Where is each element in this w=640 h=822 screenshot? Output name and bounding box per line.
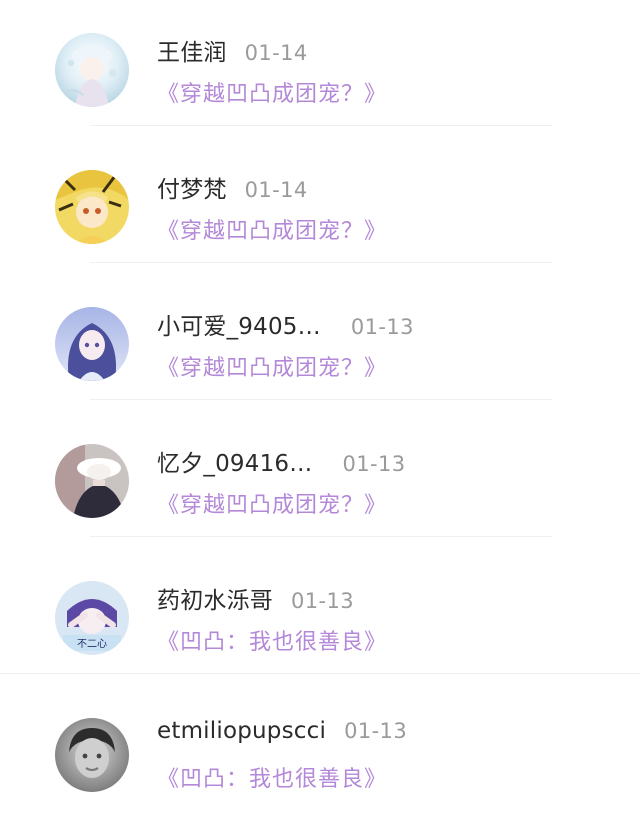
user-name[interactable]: etmiliopupscci (157, 718, 326, 744)
list-item[interactable]: 不二心 药初水泺哥 01-13 《凹凸：我也很善良》 (0, 548, 640, 685)
list-item[interactable]: 王佳润 01-14 《穿越凹凸成团宠？》 (0, 0, 640, 137)
divider (0, 673, 640, 674)
user-name-line: 付梦梵 01-14 (157, 170, 308, 204)
user-name-line: 药初水泺哥 01-13 (157, 581, 354, 615)
user-avatar[interactable] (55, 33, 129, 107)
user-name-line: 王佳润 01-14 (157, 33, 308, 67)
comment-date: 01-13 (291, 589, 355, 613)
comment-date: 01-13 (350, 315, 414, 339)
work-title-link[interactable]: 《穿越凹凸成团宠？》 (157, 76, 387, 108)
user-name[interactable]: 药初水泺哥 (157, 588, 273, 614)
list-item[interactable]: 付梦梵 01-14 《穿越凹凸成团宠？》 (0, 137, 640, 274)
user-name[interactable]: 忆夕_09416… (157, 451, 312, 477)
comment-date: 01-13 (342, 452, 406, 476)
svg-text:不二心: 不二心 (77, 638, 107, 650)
comment-date: 01-14 (244, 178, 308, 202)
comment-date: 01-14 (244, 41, 308, 65)
comment-list: 王佳润 01-14 《穿越凹凸成团宠？》 付梦梵 01-14 《穿越凹凸成团宠？》 (0, 0, 640, 797)
work-title-link[interactable]: 《穿越凹凸成团宠？》 (157, 487, 387, 519)
divider (90, 125, 552, 126)
user-name-line: etmiliopupscci 01-13 (157, 718, 407, 744)
comment-date: 01-13 (344, 719, 408, 743)
list-item[interactable]: etmiliopupscci 01-13 《凹凸：我也很善良》 (0, 685, 640, 822)
work-title-link[interactable]: 《凹凸：我也很善良》 (157, 761, 387, 793)
work-title-link[interactable]: 《凹凸：我也很善良》 (157, 624, 387, 656)
user-name[interactable]: 付梦梵 (157, 177, 227, 203)
user-avatar[interactable] (55, 444, 129, 518)
user-avatar[interactable]: 不二心 (55, 581, 129, 655)
user-name-line: 忆夕_09416… 01-13 (157, 444, 406, 478)
user-name[interactable]: 王佳润 (157, 40, 227, 66)
work-title-link[interactable]: 《穿越凹凸成团宠？》 (157, 350, 387, 382)
divider (90, 536, 552, 537)
user-avatar[interactable] (55, 170, 129, 244)
list-item[interactable]: 忆夕_09416… 01-13 《穿越凹凸成团宠？》 (0, 411, 640, 548)
user-name-line: 小可爱_9405… 01-13 (157, 307, 414, 341)
list-item[interactable]: 小可爱_9405… 01-13 《穿越凹凸成团宠？》 (0, 274, 640, 411)
user-name[interactable]: 小可爱_9405… (157, 314, 321, 340)
user-avatar[interactable] (55, 718, 129, 792)
user-avatar[interactable] (55, 307, 129, 381)
divider (90, 399, 552, 400)
work-title-link[interactable]: 《穿越凹凸成团宠？》 (157, 213, 387, 245)
divider (90, 262, 552, 263)
